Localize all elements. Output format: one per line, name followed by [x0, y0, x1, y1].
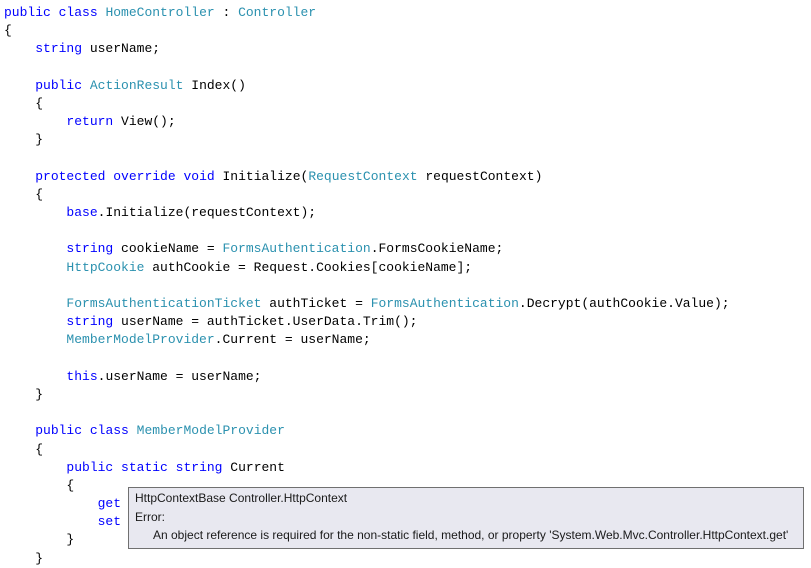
code-line	[4, 222, 807, 240]
code-line: {	[4, 441, 807, 459]
code-line: protected override void Initialize(Reque…	[4, 168, 807, 186]
code-line: string userName = authTicket.UserData.Tr…	[4, 313, 807, 331]
tooltip-error-message: An object reference is required for the …	[135, 527, 797, 544]
code-line	[4, 59, 807, 77]
code-line: FormsAuthenticationTicket authTicket = F…	[4, 295, 807, 313]
code-line	[4, 277, 807, 295]
code-line: MemberModelProvider.Current = userName;	[4, 331, 807, 349]
code-line: return View();	[4, 113, 807, 131]
code-line: public static string Current	[4, 459, 807, 477]
code-line: HttpCookie authCookie = Request.Cookies[…	[4, 259, 807, 277]
code-line: public class MemberModelProvider	[4, 422, 807, 440]
code-line: string userName;	[4, 40, 807, 58]
tooltip-signature: HttpContextBase Controller.HttpContext	[135, 491, 347, 505]
code-line: public ActionResult Index()	[4, 77, 807, 95]
code-line: public class HomeController : Controller	[4, 4, 807, 22]
code-line: base.Initialize(requestContext);	[4, 204, 807, 222]
code-line: }	[4, 386, 807, 404]
tooltip-error-label: Error:	[135, 509, 797, 526]
error-tooltip: HttpContextBase Controller.HttpContext E…	[128, 487, 804, 549]
code-line: {	[4, 22, 807, 40]
code-line: }	[4, 550, 807, 568]
code-line: }	[4, 131, 807, 149]
code-line: {	[4, 186, 807, 204]
code-line	[4, 150, 807, 168]
code-editor[interactable]: public class HomeController : Controller…	[4, 4, 807, 568]
code-line: {	[4, 95, 807, 113]
code-line	[4, 404, 807, 422]
code-line: string cookieName = FormsAuthentication.…	[4, 240, 807, 258]
code-line	[4, 350, 807, 368]
code-line: this.userName = userName;	[4, 368, 807, 386]
